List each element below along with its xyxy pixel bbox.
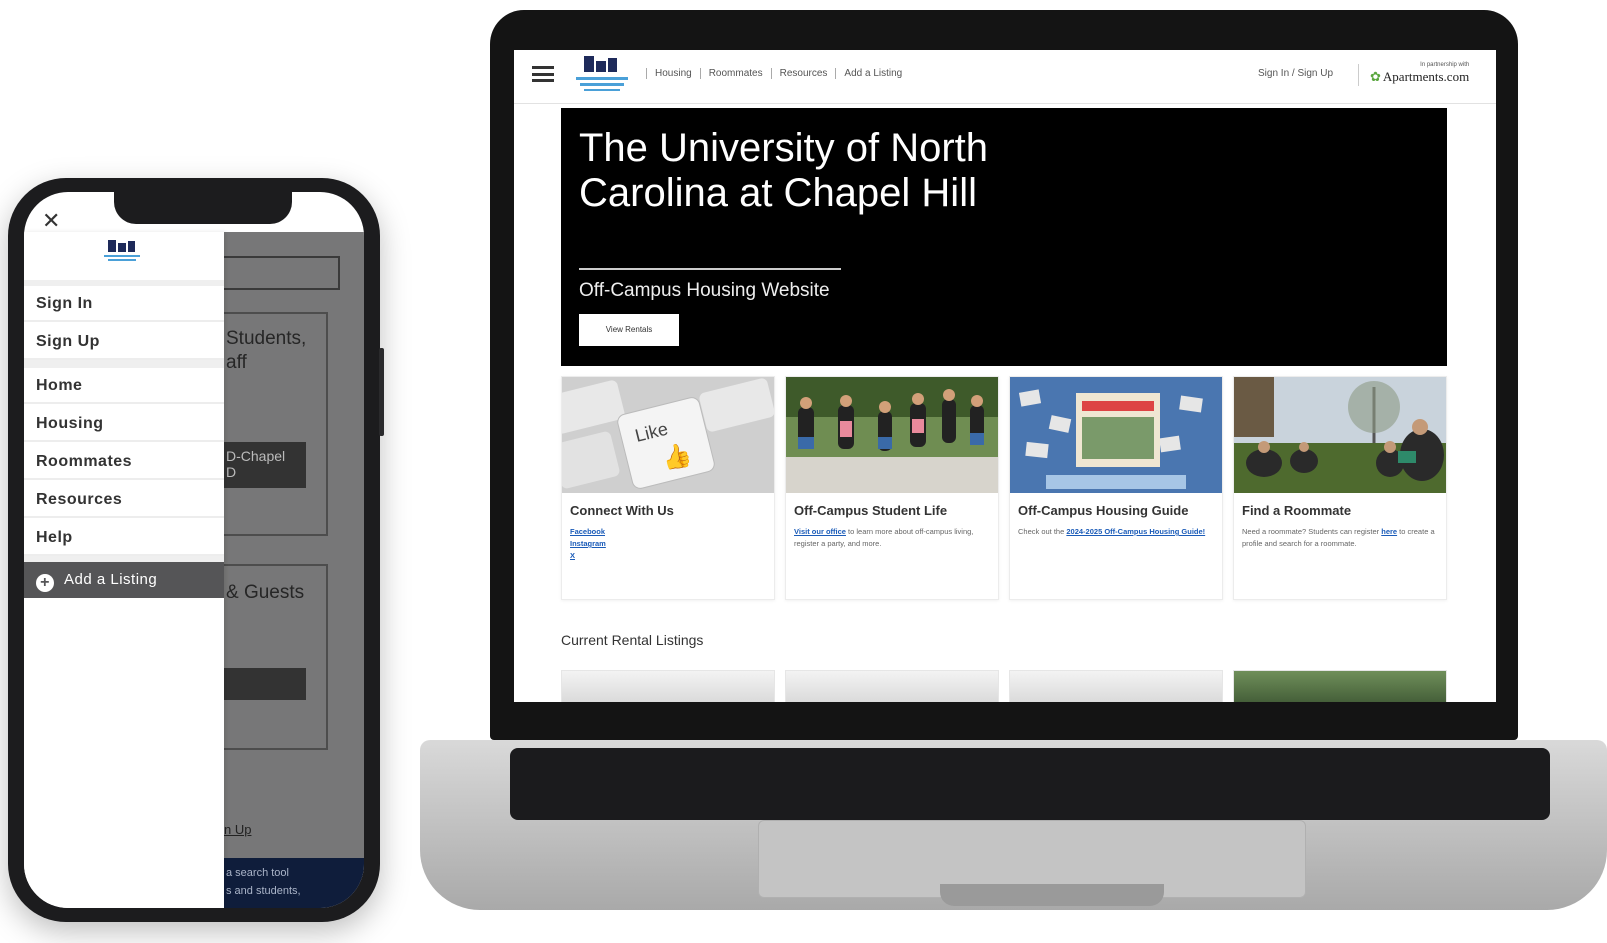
listing-thumbnail[interactable] bbox=[1233, 670, 1447, 702]
add-listing-button[interactable]: + Add a Listing bbox=[24, 562, 224, 598]
laptop-lip bbox=[940, 884, 1164, 906]
listing-thumbnail[interactable] bbox=[785, 670, 999, 702]
apartments-logo[interactable]: In partnership with ✿ Apartments.com bbox=[1370, 62, 1469, 85]
facebook-link[interactable]: Facebook bbox=[570, 526, 766, 538]
card-image-housing-guide bbox=[1010, 377, 1222, 493]
background-button: D-Chapel D bbox=[224, 442, 306, 488]
card-text: Need a roommate? Students can register bbox=[1242, 527, 1382, 536]
nav-housing[interactable]: Housing bbox=[646, 68, 700, 79]
background-link: n Up bbox=[224, 822, 252, 837]
header-divider bbox=[1358, 64, 1359, 86]
card-text: Check out the bbox=[1018, 527, 1067, 536]
device-mockup: Students, aff D-Chapel D & Guests n Up a… bbox=[0, 0, 1607, 943]
background-heading: & Guests bbox=[226, 582, 305, 603]
menu-item-roommates[interactable]: Roommates bbox=[24, 444, 224, 480]
phone-frame: Students, aff D-Chapel D & Guests n Up a… bbox=[8, 178, 384, 922]
rental-listings-heading: Current Rental Listings bbox=[561, 632, 704, 648]
menu-item-help[interactable]: Help bbox=[24, 520, 224, 556]
nav-resources[interactable]: Resources bbox=[770, 68, 836, 79]
card-image-students-walking bbox=[786, 377, 998, 493]
background-footer-text: a search tool bbox=[226, 867, 289, 879]
background-heading: Students, bbox=[226, 328, 307, 349]
background-footer: a search tool s and students, bbox=[224, 858, 364, 908]
menu-item-sign-up[interactable]: Sign Up bbox=[24, 324, 224, 360]
menu-item-resources[interactable]: Resources bbox=[24, 482, 224, 518]
view-rentals-button[interactable]: View Rentals bbox=[579, 314, 679, 346]
register-here-link[interactable]: here bbox=[1381, 527, 1397, 536]
card-body: Check out the 2024-2025 Off-Campus Housi… bbox=[1010, 518, 1222, 538]
card-title: Off-Campus Student Life bbox=[794, 503, 948, 518]
background-heading: aff bbox=[226, 352, 247, 373]
phone-notch bbox=[114, 192, 292, 224]
background-footer-text: s and students, bbox=[226, 885, 301, 897]
hero-banner: The University of North Carolina at Chap… bbox=[561, 108, 1447, 366]
menu-item-housing[interactable]: Housing bbox=[24, 406, 224, 442]
hero-subtitle: Off-Campus Housing Website bbox=[579, 280, 830, 301]
background-button bbox=[224, 668, 306, 700]
card-title: Find a Roommate bbox=[1242, 503, 1352, 518]
hamburger-menu-icon[interactable] bbox=[532, 66, 554, 82]
visit-office-link[interactable]: Visit our office bbox=[794, 527, 846, 536]
listing-thumbnail[interactable] bbox=[561, 670, 775, 702]
menu-item-home[interactable]: Home bbox=[24, 368, 224, 404]
card-connect: Like 👍 Connect With Us Facebook Instagra… bbox=[561, 376, 775, 600]
sign-in-link[interactable]: Sign In / Sign Up bbox=[1258, 68, 1333, 79]
nav-drawer: Sign In Sign Up Home Housing Roommates R… bbox=[24, 232, 224, 908]
apartments-leaf-icon: ✿ bbox=[1370, 69, 1381, 84]
card-body: Need a roommate? Students can register h… bbox=[1234, 518, 1446, 550]
partner-name: Apartments.com bbox=[1382, 69, 1470, 84]
housing-guide-link[interactable]: 2024-2025 Off-Campus Housing Guide! bbox=[1066, 527, 1205, 536]
site-nav: Housing Roommates Resources Add a Listing bbox=[646, 68, 910, 79]
off-campus-logo-icon[interactable] bbox=[100, 238, 144, 266]
partner-caption: In partnership with bbox=[1420, 62, 1470, 68]
card-title: Off-Campus Housing Guide bbox=[1018, 503, 1189, 518]
nav-add-listing[interactable]: Add a Listing bbox=[835, 68, 910, 79]
card-title: Connect With Us bbox=[570, 503, 674, 518]
nav-roommates[interactable]: Roommates bbox=[699, 68, 771, 79]
menu-item-sign-in[interactable]: Sign In bbox=[24, 286, 224, 322]
menu-divider bbox=[24, 360, 224, 368]
hero-divider bbox=[579, 268, 841, 270]
close-icon[interactable]: ✕ bbox=[42, 210, 60, 232]
laptop-screen: Housing Roommates Resources Add a Listing S… bbox=[514, 50, 1496, 702]
card-body: Facebook Instagram X bbox=[562, 518, 774, 562]
card-housing-guide: Off-Campus Housing Guide Check out the 2… bbox=[1009, 376, 1223, 600]
background-search-box bbox=[224, 256, 340, 290]
listing-thumbnail[interactable] bbox=[1009, 670, 1223, 702]
card-body: Visit our office to learn more about off… bbox=[786, 518, 998, 550]
card-image-students-on-lawn bbox=[1234, 377, 1446, 493]
background-button-label: D-Chapel bbox=[226, 448, 286, 464]
x-link[interactable]: X bbox=[570, 550, 766, 562]
card-student-life: Off-Campus Student Life Visit our office… bbox=[785, 376, 999, 600]
card-roommate: Find a Roommate Need a roommate? Student… bbox=[1233, 376, 1447, 600]
background-button-label: D bbox=[226, 464, 237, 480]
hero-title: The University of North Carolina at Chap… bbox=[579, 126, 989, 215]
phone-screen: Students, aff D-Chapel D & Guests n Up a… bbox=[24, 192, 364, 908]
instagram-link[interactable]: Instagram bbox=[570, 538, 766, 550]
laptop-keyboard bbox=[510, 748, 1550, 820]
add-listing-label: Add a Listing bbox=[64, 571, 158, 588]
off-campus-student-life-logo-icon[interactable] bbox=[570, 54, 634, 94]
site-header: Housing Roommates Resources Add a Listing S… bbox=[514, 50, 1496, 104]
plus-circle-icon: + bbox=[36, 574, 54, 592]
card-image-keyboard: Like 👍 bbox=[562, 377, 774, 493]
phone-side-button bbox=[379, 348, 384, 436]
